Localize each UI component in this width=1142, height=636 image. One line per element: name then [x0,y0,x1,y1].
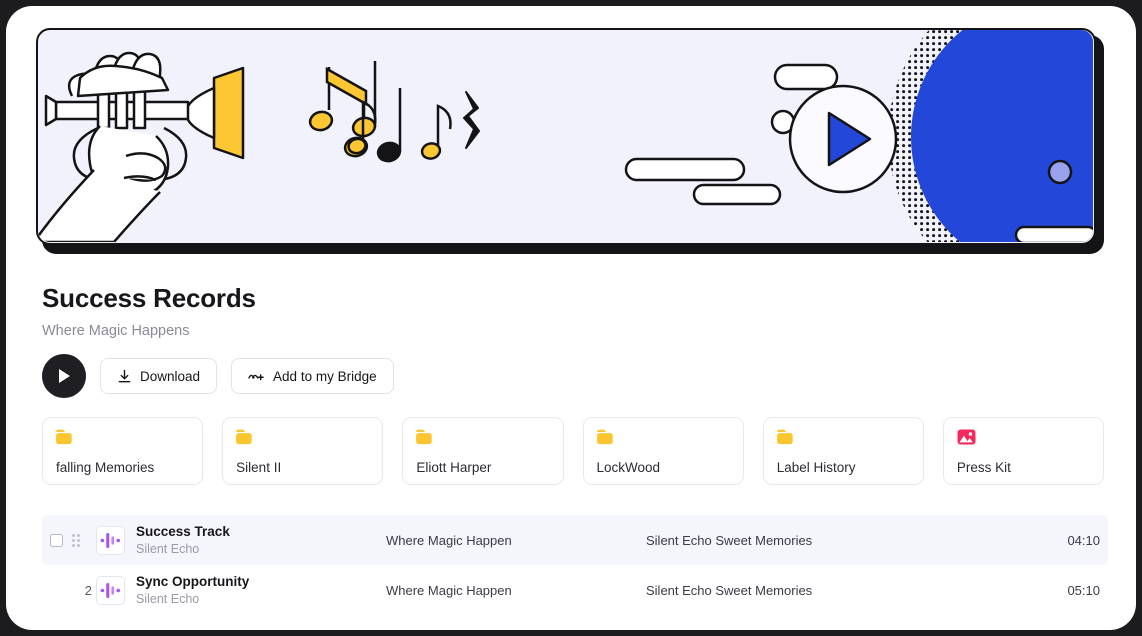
download-button-label: Download [140,368,201,384]
folder-label: LockWood [596,460,661,475]
download-button[interactable]: Download [100,358,218,394]
hero-illustration [38,30,1093,242]
add-to-bridge-label: Add to my Bridge [273,368,377,384]
play-all-button[interactable] [42,354,86,398]
folder-grid: falling Memories Silent II Eliott Harper… [42,417,1105,485]
track-title: Success Track [136,524,230,539]
waveform-icon [100,532,120,548]
row-controls: 2 [42,583,96,598]
track-album: Where Magic Happen [386,532,512,548]
waveform-icon [100,582,120,598]
folder-icon [416,429,433,445]
page-title: Success Records [42,283,256,313]
track-description: Silent Echo Sweet Memories [646,532,813,548]
folder-icon [776,429,793,445]
folder-card[interactable]: LockWood [582,417,744,485]
track-album: Where Magic Happen [386,582,512,598]
folder-card[interactable]: falling Memories [42,417,204,485]
table-row[interactable]: 2 Sync Opportunity Silent Echo Where Mag… [42,565,1108,615]
row-index: 2 [84,582,92,598]
drag-handle-icon[interactable] [72,533,80,547]
folder-icon [236,429,252,445]
track-title: Sync Opportunity [136,574,250,589]
waveform-thumbnail [96,525,125,555]
track-duration: 04:10 [1067,532,1100,548]
track-meta: Sync Opportunity Silent Echo [136,573,386,607]
folder-label: falling Memories [56,460,155,475]
page-header: Success Records Where Magic Happens [42,282,256,340]
table-row[interactable]: Success Track Silent Echo Where Magic Ha… [42,515,1108,565]
app-window: Success Records Where Magic Happens Down… [6,6,1136,630]
row-controls [42,533,96,547]
download-icon [118,369,131,382]
folder-card[interactable]: Press Kit [942,417,1105,485]
track-artist: Silent Echo [136,592,200,606]
image-icon [957,429,976,445]
folder-icon [56,429,72,445]
folder-card[interactable]: Silent II [222,417,384,485]
folder-card[interactable]: Eliott Harper [402,417,564,485]
waveform-thumbnail [96,575,125,605]
hero-frame [36,28,1096,245]
folder-label: Silent II [236,460,282,475]
track-description: Silent Echo Sweet Memories [646,582,813,598]
folder-icon [596,429,613,445]
folder-card[interactable]: Label History [762,417,924,485]
folder-label: Press Kit [956,460,1011,475]
track-meta: Success Track Silent Echo [136,523,386,557]
track-list: Success Track Silent Echo Where Magic Ha… [42,515,1108,615]
track-duration: 05:10 [1067,582,1100,598]
add-to-bridge-button[interactable]: Add to my Bridge [231,358,394,394]
folder-label: Label History [776,460,856,475]
bridge-signal-plus-icon [248,373,264,380]
hero-banner [36,28,1104,254]
row-checkbox[interactable] [50,533,63,547]
track-artist: Silent Echo [136,542,200,556]
play-icon [59,369,70,383]
folder-label: Eliott Harper [416,460,492,475]
action-toolbar: Download Add to my Bridge [42,354,394,398]
page-subtitle: Where Magic Happens [42,323,190,339]
